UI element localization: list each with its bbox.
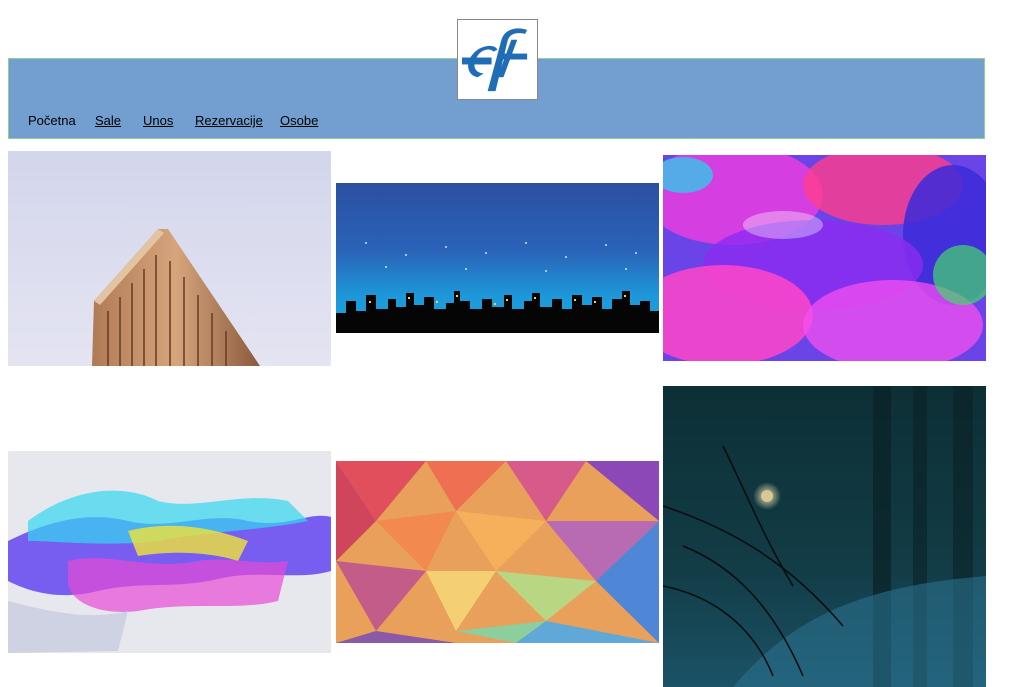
gallery-image-watercolor: [663, 155, 986, 361]
nav-link-osobe[interactable]: Osobe: [280, 113, 318, 128]
gallery-image-low-poly: [336, 461, 659, 643]
nav-link-unos[interactable]: Unos: [143, 113, 173, 128]
gallery-image-paint-splash: [8, 451, 331, 653]
nav-link-sale[interactable]: Sale: [95, 113, 121, 128]
gallery-image-building: [8, 151, 331, 366]
gallery-image-forest-road: [663, 386, 986, 687]
gallery-image-city-night: [336, 183, 659, 333]
nav-item-pocetna[interactable]: Početna: [28, 113, 76, 128]
nav-link-rezervacije[interactable]: Rezervacije: [195, 113, 263, 128]
logo: [457, 19, 538, 100]
